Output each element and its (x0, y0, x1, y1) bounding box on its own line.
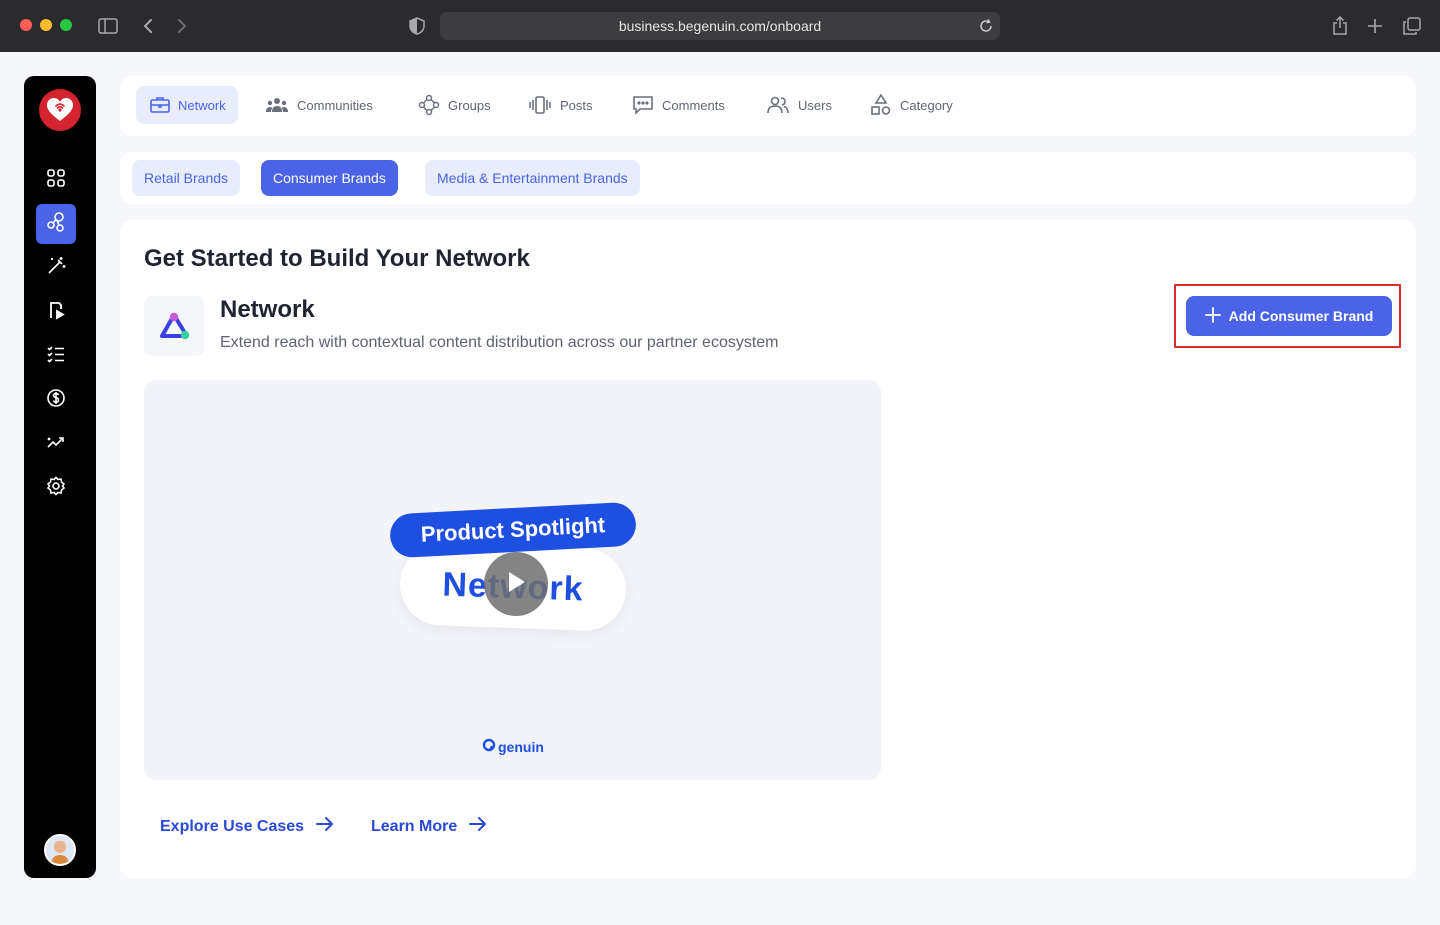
explore-link-label: Explore Use Cases (160, 817, 305, 835)
new-tab-icon[interactable] (1363, 14, 1387, 38)
privacy-shield-icon[interactable] (405, 14, 429, 38)
plus-icon (1204, 306, 1221, 326)
section-description: Extend reach with contextual content dis… (220, 334, 779, 351)
tab-category[interactable]: Category (856, 86, 965, 124)
checklist-icon (46, 344, 66, 369)
address-bar[interactable]: business.begenuin.com/onboard (440, 12, 1000, 40)
tab-users[interactable]: Users (752, 86, 844, 124)
users-icon (766, 96, 790, 114)
sidebar-item-videos[interactable] (36, 292, 76, 332)
analytics-icon (46, 432, 66, 457)
main-card: Get Started to Build Your Network Networ… (120, 220, 1416, 878)
sidebar-item-network[interactable] (36, 204, 76, 244)
sidebar-item-tasks[interactable] (36, 336, 76, 376)
play-button[interactable] (484, 552, 548, 616)
share-icon[interactable] (1328, 14, 1352, 38)
url-text: business.begenuin.com/onboard (618, 18, 822, 34)
section-title: Network (220, 296, 315, 323)
posts-icon (528, 96, 552, 114)
avatar[interactable] (44, 834, 76, 866)
tab-posts[interactable]: Posts (514, 86, 605, 124)
sidebar-item-settings[interactable] (36, 468, 76, 508)
browser-toolbar: business.begenuin.com/onboard (0, 0, 1440, 52)
tab-communities[interactable]: Communities (251, 86, 385, 124)
tab-label: Posts (560, 97, 593, 113)
tab-label: Groups (448, 97, 491, 113)
tab-groups[interactable]: Groups (404, 86, 503, 124)
arrow-right-icon (316, 817, 334, 836)
category-icon (870, 94, 892, 116)
tab-label: Category (900, 97, 953, 113)
genuin-logo-text: genuin (498, 738, 544, 755)
video-preview[interactable]: Product Spotlight Network genuin (144, 380, 881, 780)
learn-more-link[interactable]: Learn More (371, 817, 487, 836)
sidebar-item-dashboard[interactable] (36, 160, 76, 200)
learn-more-label: Learn More (371, 817, 458, 835)
sidebar (24, 76, 96, 878)
page-title: Get Started to Build Your Network (144, 245, 530, 272)
brand-filter-bar: Retail Brands Consumer Brands Media & En… (120, 152, 1416, 204)
tabs-overview-icon[interactable] (1400, 14, 1424, 38)
product-spotlight-banner: Product Spotlight (389, 501, 637, 559)
comment-icon (632, 95, 654, 115)
briefcase-icon (150, 96, 170, 114)
add-button-label: Add Consumer Brand (1228, 308, 1374, 324)
media-entertainment-brands-tab[interactable]: Media & Entertainment Brands (425, 160, 640, 196)
dollar-icon (46, 388, 66, 413)
network-icon (45, 211, 67, 238)
consumer-brands-tab[interactable]: Consumer Brands (261, 160, 398, 196)
video-file-icon (46, 300, 66, 325)
sidebar-item-create[interactable] (36, 248, 76, 288)
reload-icon[interactable] (974, 14, 998, 38)
groups-icon (418, 94, 440, 116)
genuin-logo-icon (482, 738, 496, 755)
tab-label: Comments (662, 97, 725, 113)
minimize-window-button[interactable] (40, 19, 52, 31)
people-group-icon (265, 97, 289, 113)
network-logo-icon (144, 296, 204, 356)
close-window-button[interactable] (20, 19, 32, 31)
sidebar-item-monetization[interactable] (36, 380, 76, 420)
play-icon (505, 570, 527, 599)
magic-wand-icon (46, 256, 66, 281)
tab-network[interactable]: Network (136, 86, 238, 124)
sidebar-toggle-icon[interactable] (96, 14, 120, 38)
top-nav: Network Communities Groups Posts Comment… (120, 76, 1416, 136)
forward-icon[interactable] (170, 14, 194, 38)
tab-label: Communities (297, 97, 373, 113)
genuin-logo: genuin (482, 738, 544, 755)
tab-comments[interactable]: Comments (618, 86, 737, 124)
explore-use-cases-link[interactable]: Explore Use Cases (160, 817, 334, 836)
sidebar-item-analytics[interactable] (36, 424, 76, 464)
iheart-logo[interactable] (39, 89, 81, 131)
maximize-window-button[interactable] (60, 19, 72, 31)
settings-icon (46, 475, 66, 501)
retail-brands-tab[interactable]: Retail Brands (132, 160, 241, 196)
back-icon[interactable] (136, 14, 160, 38)
tab-label: Network (178, 97, 226, 113)
arrow-right-icon (469, 817, 487, 836)
add-consumer-brand-button[interactable]: Add Consumer Brand (1186, 296, 1392, 336)
grid-icon (46, 168, 66, 193)
tab-label: Users (798, 97, 832, 113)
